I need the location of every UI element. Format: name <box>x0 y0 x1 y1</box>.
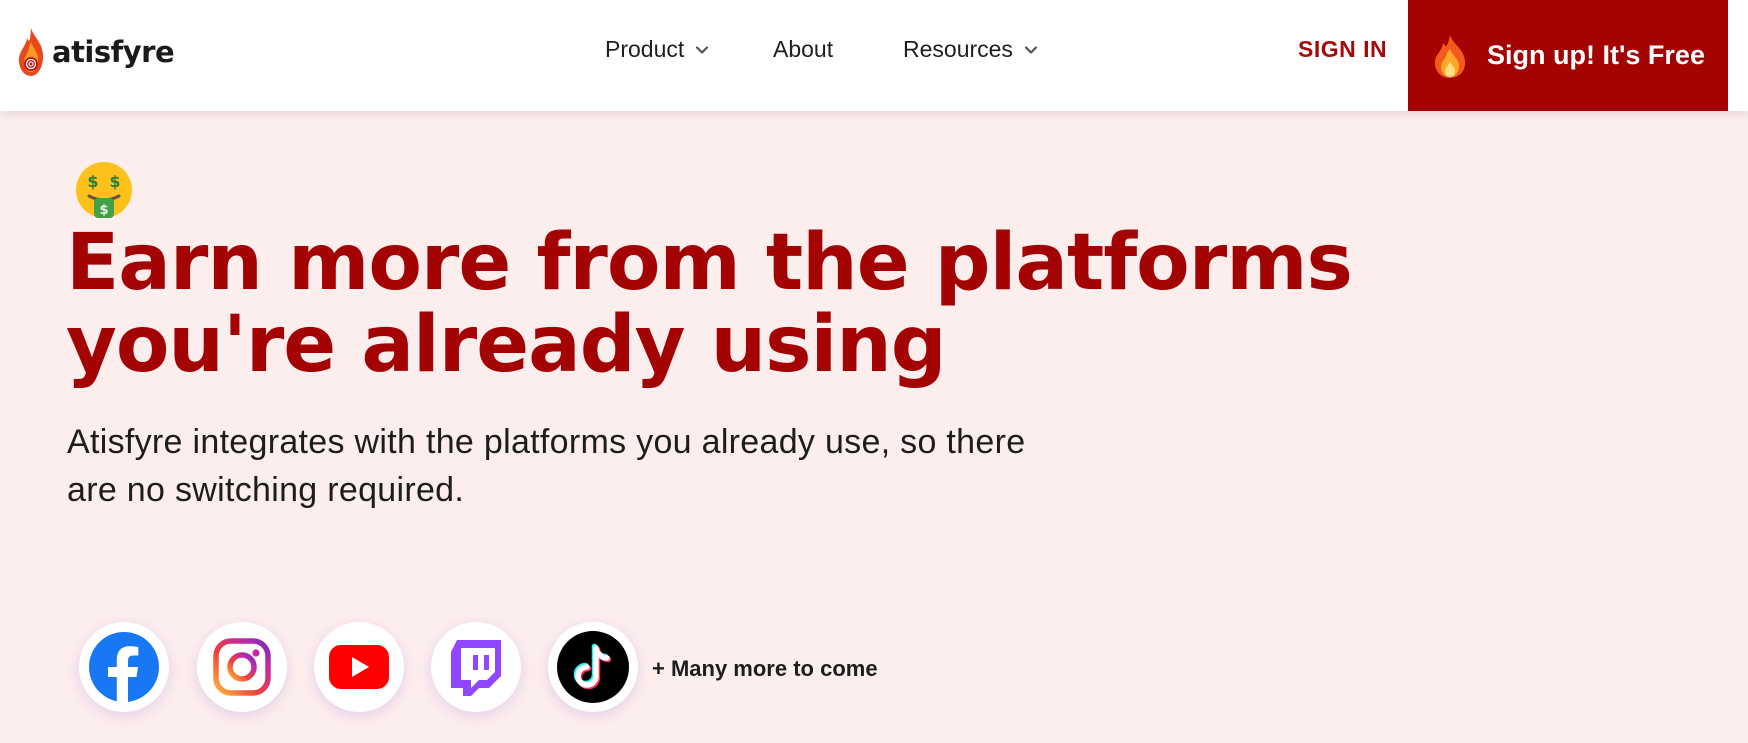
sign-up-button[interactable]: Sign up! It's Free <box>1408 0 1728 111</box>
nav-item-label: About <box>773 36 834 62</box>
more-platforms-label: + Many more to come <box>652 656 878 681</box>
platform-instagram[interactable] <box>197 622 287 712</box>
platform-tiktok[interactable] <box>548 622 638 712</box>
money-mouth-face-icon: $ $ $ <box>76 162 132 218</box>
site-header: atisfyre Product About Resources SIGN IN… <box>0 0 1748 111</box>
nav-item-label: Resources <box>903 36 1013 62</box>
twitch-icon <box>451 640 501 696</box>
svg-text:$: $ <box>99 203 108 218</box>
facebook-icon <box>89 632 159 703</box>
platform-youtube[interactable] <box>314 622 404 712</box>
nav-item-about[interactable]: About <box>773 36 833 63</box>
flame-logo-icon <box>18 28 44 76</box>
nav-item-resources[interactable]: Resources <box>903 36 1039 63</box>
platform-facebook[interactable] <box>79 622 169 712</box>
nav-item-product[interactable]: Product <box>605 36 710 63</box>
brand-name: atisfyre <box>52 35 175 69</box>
instagram-icon <box>213 638 271 696</box>
sign-up-label: Sign up! It's Free <box>1487 40 1705 70</box>
chevron-down-icon <box>1024 45 1038 54</box>
brand-logo[interactable]: atisfyre <box>16 26 175 78</box>
platform-twitch[interactable] <box>431 622 521 712</box>
hero-headline-line: Earn more from the platforms <box>66 218 1353 308</box>
hero-subtext: Atisfyre integrates with the platforms y… <box>67 418 1247 514</box>
hero-subtext-line: Atisfyre integrates with the platforms y… <box>67 423 1026 461</box>
chevron-down-icon <box>696 45 709 54</box>
tiktok-icon <box>557 631 629 703</box>
sign-in-link[interactable]: SIGN IN <box>1298 36 1387 63</box>
svg-text:$: $ <box>109 172 120 191</box>
hero-headline: Earn more from the platforms you're alre… <box>66 222 1466 386</box>
nav-item-label: Product <box>605 36 685 62</box>
hero-subtext-line: are no switching required. <box>67 471 465 509</box>
fire-icon <box>1434 34 1466 78</box>
svg-text:$: $ <box>87 172 98 191</box>
hero-headline-line: you're already using <box>66 300 947 390</box>
youtube-icon <box>329 645 389 689</box>
